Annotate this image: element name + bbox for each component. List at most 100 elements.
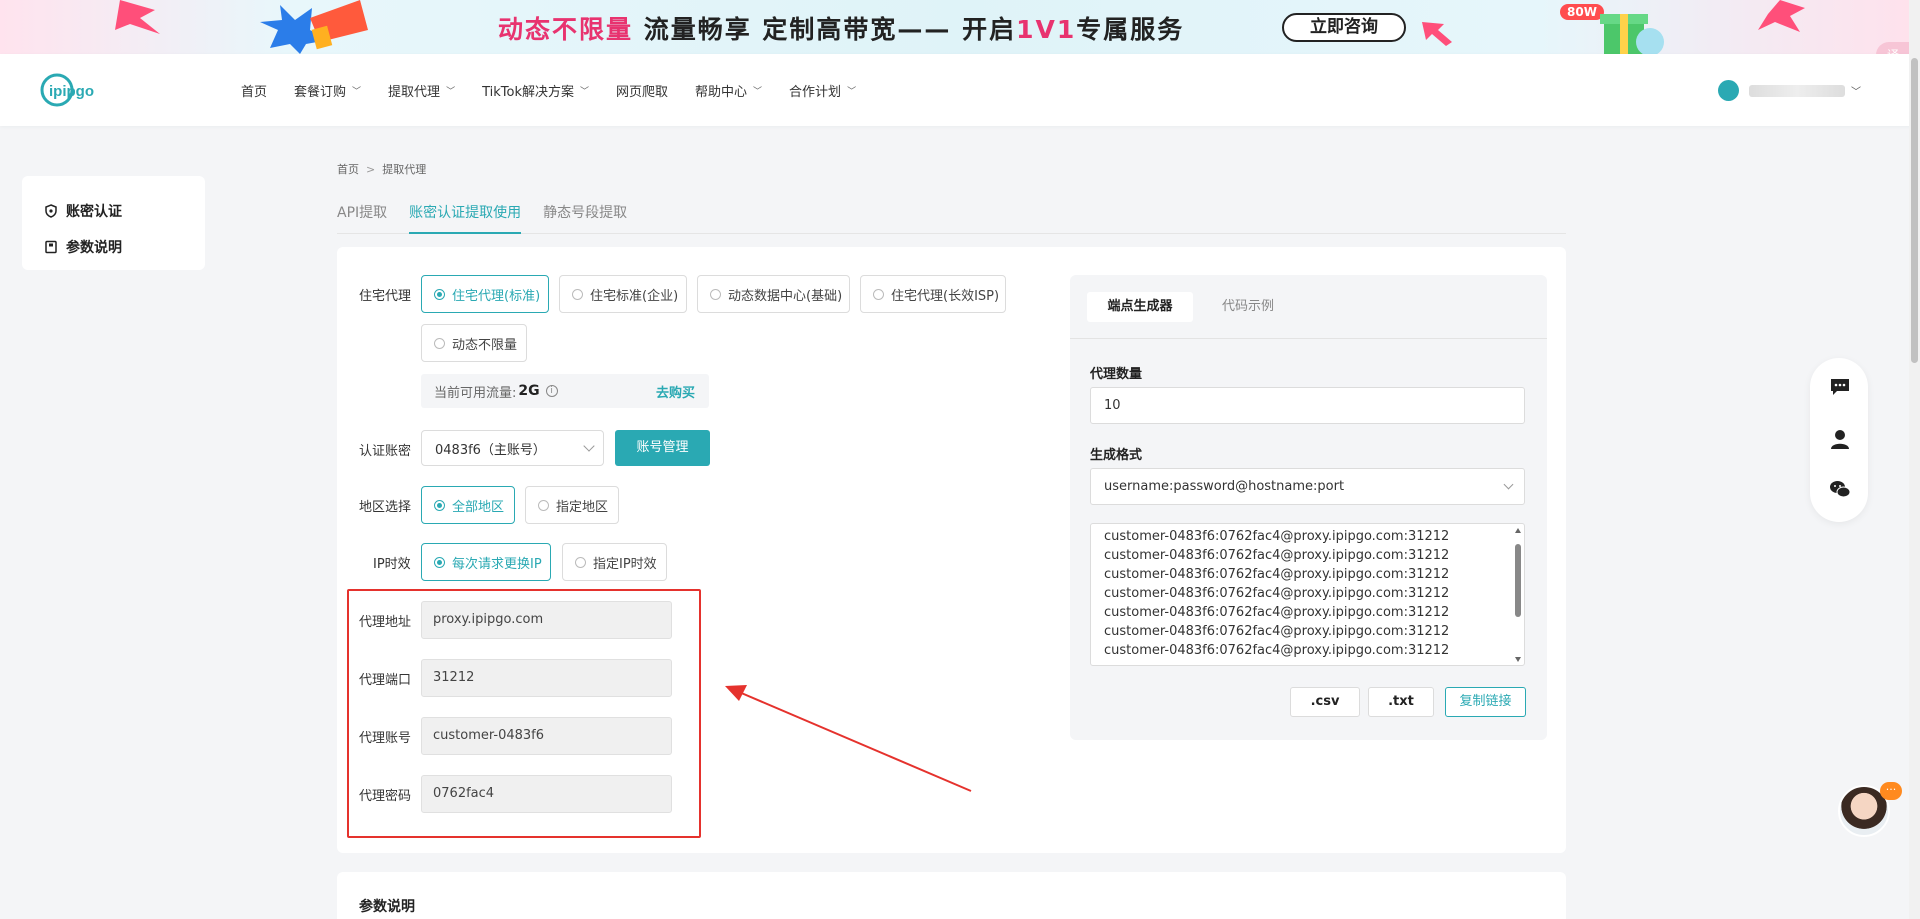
ip-duration-label: IP时效 (373, 557, 411, 572)
endpoint-line: customer-0483f6:0762fac4@proxy.ipipgo.co… (1104, 605, 1450, 620)
account-select[interactable]: 0483f6（主账号） (421, 430, 604, 466)
banner-arrow-icon (1422, 22, 1452, 46)
endpoint-line: customer-0483f6:0762fac4@proxy.ipipgo.co… (1104, 548, 1450, 563)
banner-gift-icon (1600, 14, 1664, 54)
radio-icon (434, 337, 445, 349)
user-service-icon[interactable] (1829, 428, 1851, 450)
tab-endpoint-generator[interactable]: 端点生成器 (1087, 292, 1193, 322)
breadcrumb-current: 提取代理 (382, 163, 427, 176)
proxy-port-field[interactable]: 31212 (421, 659, 672, 697)
tab-code-example[interactable]: 代码示例 (1210, 292, 1286, 322)
radio-icon (710, 288, 721, 300)
ip-rotate-each-request[interactable]: 每次请求更换IP (421, 543, 551, 581)
format-label: 生成格式 (1090, 448, 1143, 463)
endpoint-line: customer-0483f6:0762fac4@proxy.ipipgo.co… (1104, 624, 1450, 639)
nav-home[interactable]: 首页 (241, 81, 267, 100)
ip-specified-duration[interactable]: 指定IP时效 (562, 543, 667, 581)
export-csv-button[interactable]: .csv (1290, 687, 1360, 717)
proxy-type-residential-standard[interactable]: 住宅代理(标准) (421, 275, 549, 313)
proxy-user-label: 代理账号 (359, 731, 412, 746)
username-blurred (1749, 84, 1845, 97)
proxy-address-field[interactable]: proxy.ipipgo.com (421, 601, 672, 639)
wechat-icon[interactable] (1829, 478, 1851, 500)
floating-toolbar (1810, 358, 1868, 522)
chevron-down-icon: ﹀ (446, 86, 456, 97)
account-manage-button[interactable]: 账号管理 (615, 430, 710, 466)
user-menu[interactable]: ﹀ (1718, 80, 1861, 101)
generated-endpoints-textarea[interactable]: customer-0483f6:0762fac4@proxy.ipipgo.co… (1090, 523, 1525, 666)
format-select[interactable]: username:password@hostname:port (1090, 468, 1525, 505)
params-section: 参数说明 (337, 872, 1566, 919)
tab-api-extract[interactable]: API提取 (337, 196, 387, 234)
book-icon (45, 240, 57, 254)
proxy-count-input[interactable]: 10 (1090, 387, 1525, 424)
nav-partnership[interactable]: 合作计划 ﹀ (789, 81, 856, 100)
sidebar-item-params[interactable]: 参数说明 (22, 229, 205, 265)
copy-link-button[interactable]: 复制链接 (1445, 687, 1526, 717)
page-scroll-thumb[interactable] (1911, 58, 1918, 363)
endpoint-line: customer-0483f6:0762fac4@proxy.ipipgo.co… (1104, 643, 1450, 658)
chevron-down-icon: ﹀ (847, 86, 857, 97)
proxy-type-residential-enterprise[interactable]: 住宅标准(企业) (559, 275, 687, 313)
scroll-up-icon[interactable] (1515, 528, 1521, 533)
nav-tiktok[interactable]: TikTok解决方案 ﹀ (482, 81, 589, 100)
export-txt-button[interactable]: .txt (1368, 687, 1434, 717)
scroll-down-icon[interactable] (1515, 657, 1521, 662)
proxy-type-label: 住宅代理 (359, 289, 412, 304)
banner-title: 动态不限量 流量畅享 定制高带宽—— 开启1V1专属服务 (498, 15, 1185, 44)
proxy-count-label: 代理数量 (1090, 367, 1143, 382)
scroll-thumb[interactable] (1515, 544, 1521, 617)
page-scrollbar[interactable] (1909, 0, 1920, 919)
sidebar-item-account-auth[interactable]: 账密认证 (22, 193, 205, 229)
extract-tabs: API提取 账密认证提取使用 静态号段提取 (337, 196, 1566, 234)
radio-icon (434, 288, 445, 300)
chat-bubble-icon[interactable]: ··· (1880, 782, 1902, 800)
banner-consult-button[interactable]: 立即咨询 (1282, 13, 1406, 42)
main-nav: 首页 套餐订购 ﹀ 提取代理 ﹀ TikTok解决方案 ﹀ 网页爬取 帮助中心 ﹀ 合作… (241, 54, 883, 126)
endpoint-line: customer-0483f6:0762fac4@proxy.ipipgo.co… (1104, 586, 1450, 601)
radio-icon (873, 288, 884, 300)
banner-megaphone-icon (260, 0, 368, 54)
nav-help-center[interactable]: 帮助中心 ﹀ (695, 81, 762, 100)
radio-icon (434, 556, 445, 568)
tab-static-range[interactable]: 静态号段提取 (543, 196, 627, 234)
available-flow: 当前可用流量: 2G i 去购买 (421, 374, 709, 408)
proxy-type-datacenter[interactable]: 动态数据中心(基础) (697, 275, 850, 313)
proxy-pass-field[interactable]: 0762fac4 (421, 775, 672, 813)
endpoint-line: customer-0483f6:0762fac4@proxy.ipipgo.co… (1104, 567, 1450, 582)
account-label: 认证账密 (359, 444, 412, 459)
proxy-type-unlimited[interactable]: 动态不限量 (421, 324, 527, 362)
region-all[interactable]: 全部地区 (421, 486, 515, 524)
breadcrumb-home[interactable]: 首页 (337, 163, 359, 176)
ipipgo-logo[interactable]: ipipgo (40, 72, 114, 108)
info-icon[interactable]: i (545, 385, 558, 397)
proxy-type-isp[interactable]: 住宅代理(长效ISP) (860, 275, 1006, 313)
banner-star-right-icon (1758, 0, 1805, 32)
promo-banner[interactable]: 动态不限量 流量畅享 定制高带宽—— 开启1V1专属服务 立即咨询 80W (0, 0, 1920, 54)
svg-text:ipipgo: ipipgo (49, 83, 94, 100)
user-avatar-icon (1718, 80, 1739, 101)
textarea-scrollbar[interactable] (1514, 528, 1522, 662)
radio-icon (434, 499, 445, 511)
params-title: 参数说明 (359, 899, 415, 915)
chevron-down-icon: ﹀ (579, 86, 589, 97)
radio-icon (572, 288, 583, 300)
buy-link[interactable]: 去购买 (656, 382, 695, 401)
chevron-down-icon: ﹀ (753, 86, 763, 97)
banner-star-left-icon (115, 0, 160, 34)
proxy-address-label: 代理地址 (359, 615, 412, 630)
proxy-port-label: 代理端口 (359, 673, 412, 688)
endpoint-generator-panel: 端点生成器 代码示例 代理数量 10 生成格式 username:passwor… (1070, 275, 1547, 740)
nav-web-scraping[interactable]: 网页爬取 (616, 81, 668, 100)
annotation-arrow-icon (725, 685, 972, 792)
region-specified[interactable]: 指定地区 (525, 486, 619, 524)
proxy-user-field[interactable]: customer-0483f6 (421, 717, 672, 755)
tab-account-auth[interactable]: 账密认证提取使用 (409, 196, 522, 234)
nav-extract-proxy[interactable]: 提取代理 ﹀ (388, 81, 455, 100)
chat-icon[interactable] (1829, 376, 1851, 398)
proxy-pass-label: 代理密码 (359, 789, 412, 804)
nav-packages[interactable]: 套餐订购 ﹀ (294, 81, 361, 100)
chevron-down-icon (583, 440, 595, 452)
top-header: ipipgo 首页 套餐订购 ﹀ 提取代理 ﹀ TikTok解决方案 ﹀ 网页爬取 帮… (0, 54, 1920, 126)
breadcrumb: 首页 > 提取代理 (337, 163, 427, 176)
